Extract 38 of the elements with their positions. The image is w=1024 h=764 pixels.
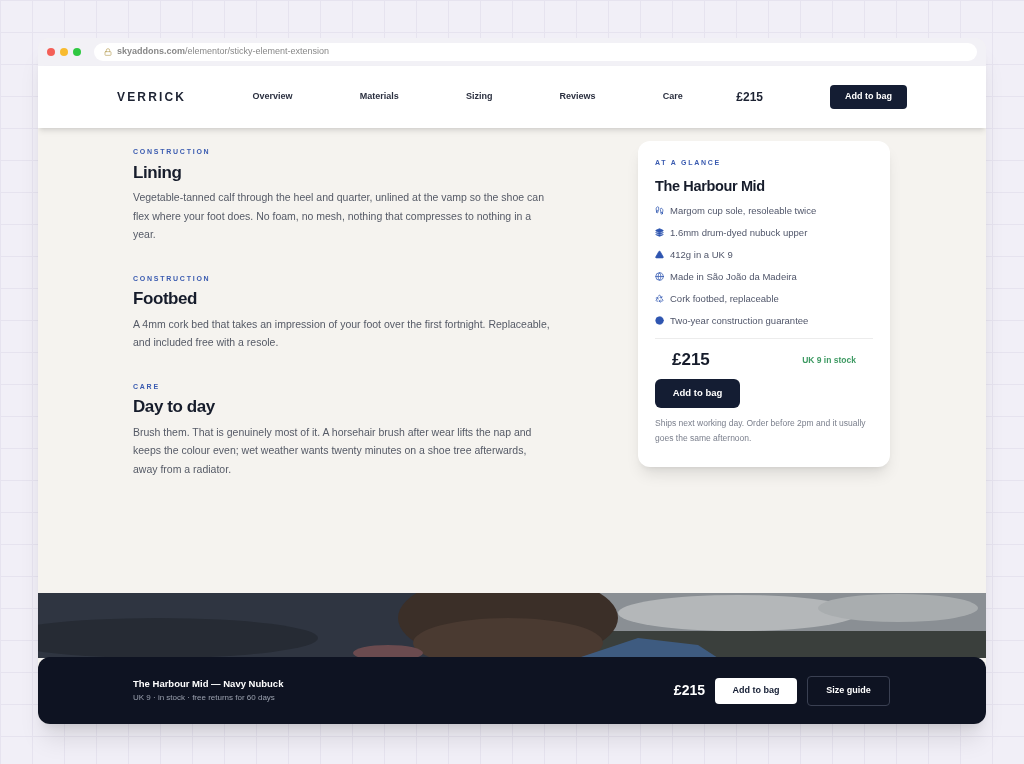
section-text: A 4mm cork bed that takes an impression of your foot over the first fortnight. Replaceable, and included free with a resole. — [133, 316, 551, 350]
nav-link[interactable]: Reviews — [559, 90, 596, 104]
lock-icon — [104, 48, 112, 56]
feature-text: Made in São João da Madeira — [670, 269, 797, 284]
add-to-bag-button[interactable]: Add to bag — [830, 85, 907, 109]
add-to-bag-button[interactable]: Add to bag — [655, 378, 740, 408]
layers-icon — [655, 228, 664, 238]
address-bar[interactable]: skyaddons.com/elementor/sticky-element-extension — [94, 43, 977, 61]
url-text: skyaddons.com/elementor/sticky-element-extension — [117, 45, 330, 59]
sticky-title: The Harbour Mid — Navy Nubuck — [133, 677, 285, 692]
feature-text: 1.6mm drum-dyed nubuck upper — [670, 225, 808, 240]
sticky-price: £215 — [673, 681, 705, 700]
section-text: Brush them. That is genuinely most of it. A horsehair brush after wear lifts the nap and keeps the colour even; wet weather wants twenty minutes on a shoe tree afterwards, away from a radiator. — [133, 424, 533, 477]
nav-link[interactable]: Overview — [252, 90, 293, 104]
nav-link[interactable]: Sizing — [465, 90, 493, 104]
circle-icon — [655, 316, 664, 326]
feature-text: Margom cup sole, resoleable twice — [670, 203, 817, 218]
sticky-subtitle: UK 9 · in stock · free returns for 60 days — [133, 691, 276, 704]
nav-link[interactable]: Materials — [359, 90, 399, 104]
section-title: Day to day — [133, 396, 216, 418]
card-price: £215 — [672, 349, 710, 372]
feature-text: 412g in a UK 9 — [670, 247, 733, 262]
recycle-icon — [655, 294, 664, 304]
globe-icon — [655, 272, 664, 282]
triangle-icon — [655, 250, 664, 260]
add-to-bag-button[interactable]: Add to bag — [715, 677, 797, 704]
nav-link[interactable]: Care — [662, 90, 683, 104]
feature-text: Two-year construction guarantee — [670, 313, 809, 328]
size-guide-button[interactable]: Size guide — [807, 675, 890, 706]
section-text: Vegetable-tanned calf through the heel and quarter, unlined at the vamp so the shoe can flex where your foot does. No foam, no mesh, nothing that compresses to nothing in a year. — [133, 190, 545, 242]
section-title: Footbed — [133, 288, 199, 310]
stock-status: UK 9 in stock — [802, 353, 856, 367]
header-price: £215 — [736, 89, 763, 106]
feature-text: Cork footbed, replaceable — [670, 291, 779, 306]
card-title: The Harbour Mid — [655, 176, 766, 196]
section-title: Lining — [133, 161, 183, 184]
shipping-note: Ships next working day. Order before 2pm and it usually goes the same afternoon. — [655, 416, 867, 445]
brand-logo[interactable]: VERRICK — [117, 88, 209, 106]
